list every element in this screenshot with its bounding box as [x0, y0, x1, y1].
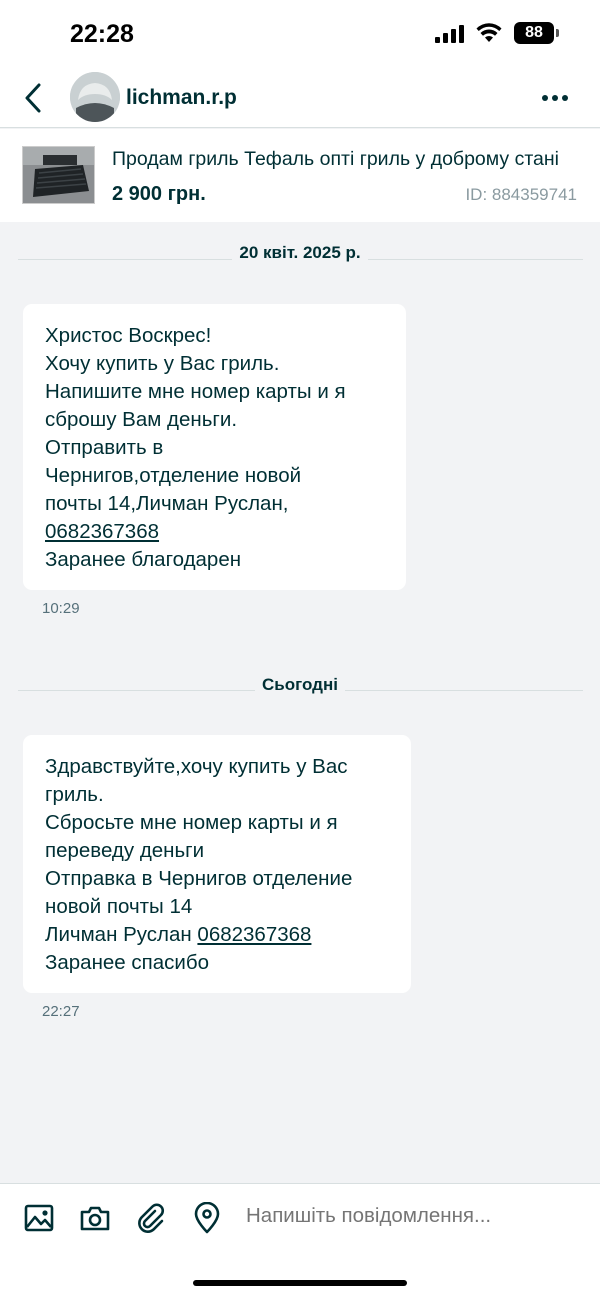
listing-title: Продам гриль Тефаль опті гриль у доброму…	[112, 148, 559, 170]
date-label-text: Сьогодні	[255, 675, 345, 694]
more-dots-icon	[542, 95, 568, 101]
phone-link[interactable]: 0682367368	[197, 923, 311, 946]
message-time: 10:29	[42, 600, 80, 617]
message-time: 22:27	[42, 1003, 80, 1020]
listing-id: ID: 884359741	[465, 185, 577, 204]
location-button[interactable]	[191, 1201, 223, 1234]
grill-image-icon	[23, 147, 94, 203]
listing-preview[interactable]: Продам гриль Тефаль опті гриль у доброму…	[0, 129, 600, 222]
wifi-icon	[476, 23, 502, 42]
home-indicator	[193, 1280, 407, 1286]
message-line: Напишите мне номер карты и я	[45, 380, 346, 403]
message-line: Заранее благодарен	[45, 548, 242, 571]
phone-link[interactable]: 0682367368	[45, 520, 159, 543]
gallery-button[interactable]	[23, 1202, 55, 1234]
message-line: Здравствуйте,хочу купить у Вас	[45, 755, 348, 778]
listing-price: 2 900 грн.	[112, 183, 206, 205]
date-label: 20 квіт. 2025 р.	[0, 243, 600, 263]
message-line: Отправка в Чернигов отделение	[45, 867, 353, 890]
cellular-signal-icon	[435, 23, 464, 43]
message-line: переведу деньги	[45, 839, 205, 862]
message-bubble: Здравствуйте,хочу купить у Вас гриль. Сб…	[23, 735, 411, 993]
chevron-left-icon	[25, 83, 41, 113]
message-line: Отправить в	[45, 436, 164, 459]
message-line: Личман Руслан	[45, 923, 198, 946]
paperclip-icon	[138, 1203, 164, 1233]
status-icons: 88	[435, 22, 559, 44]
more-options-button[interactable]	[540, 86, 570, 110]
message-line: Чернигов,отделение новой	[45, 464, 302, 487]
message-line: новой почты 14	[45, 895, 193, 918]
message-bubble: Христос Воскрес! Хочу купить у Вас гриль…	[23, 304, 406, 590]
date-label: Сьогодні	[0, 675, 600, 695]
contact-name[interactable]: lichman.r.p	[126, 86, 237, 110]
status-bar: 22:28 88	[0, 0, 600, 70]
message-line: почты 14,Личман Руслан,	[45, 492, 289, 515]
message-line: Сбросьте мне номер карты и я	[45, 811, 338, 834]
battery-icon: 88	[514, 22, 559, 44]
camera-button[interactable]	[79, 1202, 111, 1234]
camera-icon	[80, 1206, 110, 1231]
avatar[interactable]	[70, 72, 120, 122]
image-icon	[24, 1204, 54, 1232]
message-line: Христос Воскрес!	[45, 324, 212, 347]
chat-header: lichman.r.p	[0, 70, 600, 128]
status-time: 22:28	[70, 20, 134, 48]
user-avatar-icon	[70, 72, 120, 122]
message-line: Заранее спасибо	[45, 951, 209, 974]
listing-thumbnail	[22, 146, 95, 204]
back-button[interactable]	[18, 78, 52, 118]
attach-button[interactable]	[135, 1202, 167, 1234]
message-line: сброшу Вам деньги.	[45, 408, 238, 431]
message-composer	[0, 1183, 600, 1297]
location-pin-icon	[194, 1201, 220, 1234]
message-line: Хочу купить у Вас гриль.	[45, 352, 280, 375]
message-line: гриль.	[45, 783, 104, 806]
date-label-text: 20 квіт. 2025 р.	[232, 243, 368, 262]
message-input[interactable]	[246, 1204, 576, 1228]
